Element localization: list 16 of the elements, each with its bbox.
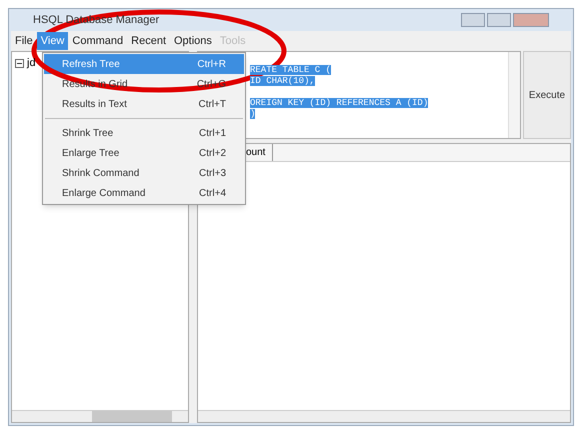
menu-item[interactable]: File: [11, 32, 37, 50]
horizontal-scrollbar[interactable]: [12, 410, 188, 422]
menu-option[interactable]: Enlarge Tree Ctrl+2: [44, 143, 244, 163]
collapse-icon[interactable]: [15, 58, 24, 68]
minimize-button[interactable]: [461, 13, 485, 27]
horizontal-scrollbar[interactable]: [198, 410, 570, 422]
menu-item[interactable]: Command: [68, 32, 128, 50]
tree-node[interactable]: jd: [27, 55, 36, 72]
menu-option[interactable]: Enlarge Command Ctrl+4: [44, 183, 244, 203]
vertical-scrollbar[interactable]: [508, 52, 520, 138]
maximize-button[interactable]: [487, 13, 511, 27]
close-button[interactable]: [513, 13, 549, 27]
execute-button[interactable]: Execute: [523, 51, 571, 139]
menu-option[interactable]: Shrink Command Ctrl+3: [44, 163, 244, 183]
menu-item[interactable]: Recent: [127, 32, 170, 50]
menu-item[interactable]: Options: [170, 32, 216, 50]
